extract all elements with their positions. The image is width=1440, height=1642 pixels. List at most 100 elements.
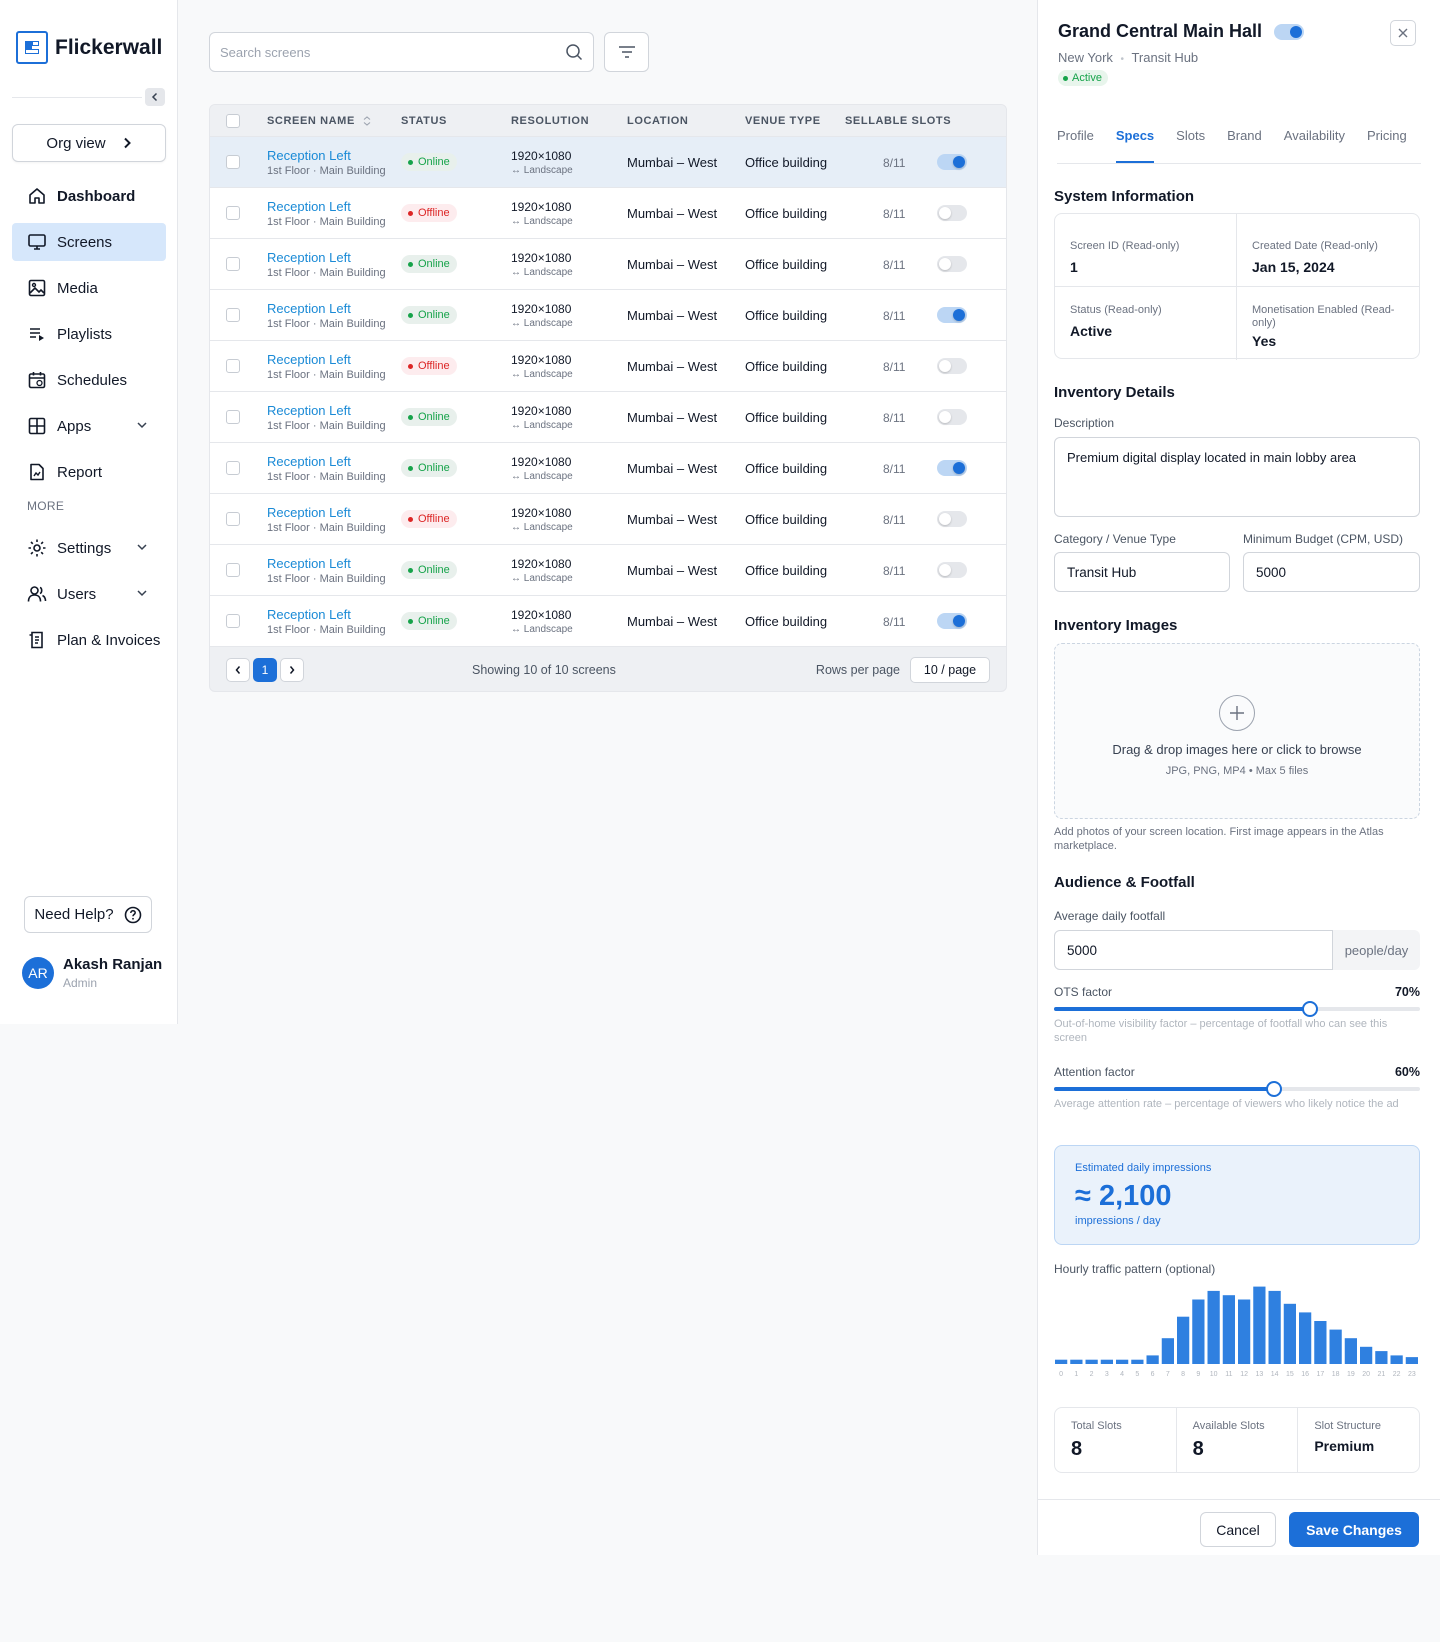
cancel-button[interactable]: Cancel xyxy=(1200,1512,1276,1547)
category-input[interactable]: Transit Hub xyxy=(1054,552,1230,592)
orientation-value: ↔ Landscape xyxy=(511,317,573,329)
screen-toggle[interactable] xyxy=(937,307,967,323)
attention-slider-handle[interactable] xyxy=(1265,1081,1282,1097)
chart-bar xyxy=(1329,1329,1342,1364)
row-checkbox[interactable] xyxy=(225,563,240,577)
sidebar-item-playlists[interactable]: Playlists xyxy=(12,315,166,353)
ots-slider-handle[interactable] xyxy=(1302,1001,1319,1017)
screen-toggle[interactable] xyxy=(937,205,967,221)
column-header-screen-name[interactable]: SCREEN NAME xyxy=(255,115,393,127)
row-checkbox[interactable] xyxy=(225,614,240,628)
close-panel-button[interactable] xyxy=(1390,20,1416,46)
table-row[interactable]: Reception Left 1st Floor · Main Building O… xyxy=(210,289,1006,340)
screen-name-link[interactable]: Reception Left xyxy=(267,199,393,214)
tab-brand[interactable]: Brand xyxy=(1227,114,1262,163)
chart-bar xyxy=(1344,1338,1357,1364)
description-textarea[interactable]: Premium digital display located in main … xyxy=(1054,437,1420,517)
tab-specs[interactable]: Specs xyxy=(1115,114,1155,163)
screen-name-link[interactable]: Reception Left xyxy=(267,556,393,571)
page-1-button[interactable]: 1 xyxy=(253,658,277,682)
screen-toggle[interactable] xyxy=(937,409,967,425)
prev-page-button[interactable] xyxy=(226,658,250,682)
sidebar-item-apps[interactable]: Apps xyxy=(12,407,166,445)
plus-icon xyxy=(1219,695,1255,731)
screens-table: SCREEN NAME STATUS RESOLUTION LOCATION V… xyxy=(209,104,1007,692)
row-checkbox[interactable] xyxy=(225,359,240,373)
search-icon[interactable] xyxy=(565,43,583,61)
sidebar-item-settings[interactable]: Settings xyxy=(12,529,166,567)
table-row[interactable]: Reception Left 1st Floor · Main Building O… xyxy=(210,238,1006,289)
screen-toggle[interactable] xyxy=(937,613,967,629)
table-row[interactable]: Reception Left 1st Floor · Main Building O… xyxy=(210,187,1006,238)
user-profile[interactable]: AR Akash Ranjan Admin xyxy=(22,956,162,990)
screen-name-link[interactable]: Reception Left xyxy=(267,607,393,622)
image-dropzone[interactable]: Drag & drop images here or click to brow… xyxy=(1054,643,1420,819)
screen-toggle[interactable] xyxy=(937,511,967,527)
next-page-button[interactable] xyxy=(280,658,304,682)
need-help-button[interactable]: Need Help? xyxy=(24,896,152,933)
row-checkbox[interactable] xyxy=(225,155,240,169)
row-checkbox[interactable] xyxy=(225,257,240,271)
chart-bar xyxy=(1161,1338,1174,1364)
screen-name-link[interactable]: Reception Left xyxy=(267,403,393,418)
screen-toggle[interactable] xyxy=(937,460,967,476)
table-row[interactable]: Reception Left 1st Floor · Main Building O… xyxy=(210,391,1006,442)
footfall-input[interactable]: 5000 xyxy=(1054,930,1333,970)
row-checkbox[interactable] xyxy=(225,410,240,424)
attention-slider[interactable] xyxy=(1054,1081,1420,1097)
screen-name-link[interactable]: Reception Left xyxy=(267,454,393,469)
table-row[interactable]: Reception Left 1st Floor · Main Building O… xyxy=(210,442,1006,493)
save-changes-button[interactable]: Save Changes xyxy=(1289,1512,1419,1547)
org-view-label: Org view xyxy=(46,134,106,152)
rows-per-page-label: Rows per page xyxy=(815,663,900,677)
sidebar-item-media[interactable]: Media xyxy=(12,269,166,307)
screen-toggle[interactable] xyxy=(937,154,967,170)
screen-enabled-toggle[interactable] xyxy=(1274,23,1305,40)
sidebar-item-plan-invoices[interactable]: Plan & Invoices xyxy=(12,621,166,659)
sidebar-item-schedules[interactable]: Schedules xyxy=(12,361,166,399)
row-checkbox[interactable] xyxy=(225,512,240,526)
tab-profile[interactable]: Profile xyxy=(1057,114,1094,163)
search-input[interactable] xyxy=(220,44,565,60)
collapse-sidebar-button[interactable] xyxy=(145,88,165,106)
column-header-location: LOCATION xyxy=(627,114,689,127)
screen-toggle[interactable] xyxy=(937,562,967,578)
chart-bar xyxy=(1299,1312,1312,1364)
row-checkbox[interactable] xyxy=(225,206,240,220)
budget-input[interactable]: 5000 xyxy=(1243,552,1420,592)
sidebar-item-dashboard[interactable]: Dashboard xyxy=(12,177,166,215)
table-row[interactable]: Reception Left 1st Floor · Main Building O… xyxy=(210,136,1006,187)
row-checkbox[interactable] xyxy=(225,461,240,475)
screen-name-link[interactable]: Reception Left xyxy=(267,250,393,265)
report-icon xyxy=(27,462,47,482)
org-view-button[interactable]: Org view xyxy=(12,124,166,162)
table-row[interactable]: Reception Left 1st Floor · Main Building O… xyxy=(210,544,1006,595)
sidebar-item-users[interactable]: Users xyxy=(12,575,166,613)
tab-slots[interactable]: Slots xyxy=(1176,114,1205,163)
orientation-value: ↔ Landscape xyxy=(511,266,573,278)
rows-per-page-select[interactable]: 10 / page xyxy=(910,657,990,683)
status-badge: Online xyxy=(401,153,457,172)
screen-name-link[interactable]: Reception Left xyxy=(267,352,393,367)
screen-name-link[interactable]: Reception Left xyxy=(267,148,393,163)
screen-toggle[interactable] xyxy=(937,358,967,374)
tab-pricing[interactable]: Pricing xyxy=(1367,114,1407,163)
screen-name-link[interactable]: Reception Left xyxy=(267,301,393,316)
sidebar-item-screens[interactable]: Screens xyxy=(12,223,166,261)
chart-x-tick-label: 17 xyxy=(1316,1371,1324,1378)
filter-button[interactable] xyxy=(604,32,649,72)
impressions-value: ≈ 2,100 xyxy=(1075,1180,1172,1212)
sidebar-item-report[interactable]: Report xyxy=(12,453,166,491)
gear-icon xyxy=(27,538,47,558)
brand[interactable]: Flickerwall xyxy=(16,31,162,64)
tab-availability[interactable]: Availability xyxy=(1284,114,1345,163)
table-row[interactable]: Reception Left 1st Floor · Main Building O… xyxy=(210,595,1006,646)
ots-slider[interactable] xyxy=(1054,1001,1420,1017)
table-row[interactable]: Reception Left 1st Floor · Main Building O… xyxy=(210,340,1006,391)
table-row[interactable]: Reception Left 1st Floor · Main Building O… xyxy=(210,493,1006,544)
screen-toggle[interactable] xyxy=(937,256,967,272)
row-checkbox[interactable] xyxy=(225,308,240,322)
screen-name-link[interactable]: Reception Left xyxy=(267,505,393,520)
playlist-icon xyxy=(27,324,47,344)
select-all-checkbox[interactable] xyxy=(225,113,240,128)
